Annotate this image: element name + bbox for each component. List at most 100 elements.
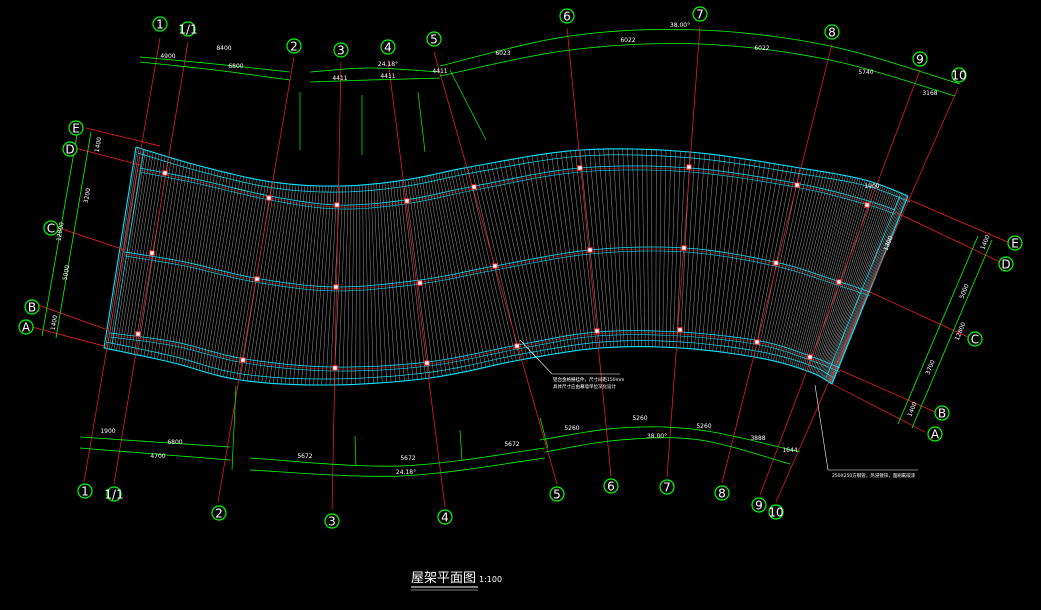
bubble-label: C (47, 222, 55, 236)
column-node (418, 281, 422, 285)
note-1-line-2: 具体尺寸应由幕墙单位深化设计 (553, 383, 616, 390)
dim-label-top: 8400 (216, 45, 231, 52)
bubble-label: 7 (663, 481, 671, 495)
bubble-label: 9 (755, 499, 763, 513)
dim-label-bottom: 5672 (297, 453, 312, 460)
axis-bubble-bottom-8: 8 (715, 486, 729, 501)
dim-angle-top-2: 38.00° (670, 22, 690, 29)
bubble-label: E (1011, 237, 1019, 251)
column-node (472, 185, 476, 189)
axis-bubble-bottom-7: 7 (660, 480, 674, 495)
column-node (241, 358, 245, 362)
bubble-label: 3 (328, 515, 336, 529)
axis-bubble-bottom-10: 10 (768, 505, 783, 520)
bubble-label: D (65, 143, 74, 157)
bubble-label: B (938, 407, 946, 421)
row-bubble-left-A: A (19, 320, 33, 335)
axis-bubble-bottom-2: 2 (212, 506, 226, 521)
drawing-scale: 1:100 (479, 575, 502, 584)
bubble-label: 1 (156, 18, 164, 32)
column-node (255, 277, 259, 281)
bubble-label: 1 (81, 485, 89, 499)
bubble-label: 1/1 (178, 23, 197, 37)
dim-label-bottom: 3888 (750, 435, 765, 442)
column-node (163, 171, 167, 175)
bubble-label: A (931, 428, 940, 442)
bubble-label: 5 (553, 488, 561, 502)
column-node (578, 166, 582, 170)
bubble-label: 6 (563, 10, 571, 24)
row-bubble-right-B: B (935, 406, 949, 421)
dim-label-bottom: 5260 (632, 415, 647, 422)
row-bubble-left-C: C (44, 221, 58, 236)
dim-label-bottom: 6800 (167, 439, 182, 446)
column-node (515, 344, 519, 348)
column-node (588, 248, 592, 252)
axis-bubble-top-1: 1 (153, 17, 167, 32)
bubble-label: 7 (696, 8, 704, 22)
bubble-label: 4 (441, 511, 449, 525)
bubble-label: 2 (215, 507, 223, 521)
row-bubble-left-B: B (25, 300, 39, 315)
dim-label-bottom: 5672 (400, 455, 415, 462)
roof-framing-plan: 4900840068004411441144116023602260225740… (0, 0, 1041, 606)
row-bubble-right-E: E (1008, 236, 1022, 251)
dim-angle-top-1: 24.18° (378, 61, 398, 68)
bubble-label: 4 (384, 41, 392, 55)
bubble-label: B (28, 301, 36, 315)
column-node (335, 203, 339, 207)
bubble-label: A (22, 321, 31, 335)
bubble-label: 2 (290, 40, 298, 54)
axis-bubble-top-9: 9 (913, 52, 927, 67)
column-node (333, 366, 337, 370)
row-bubble-right-A: A (928, 427, 942, 442)
column-node (595, 329, 599, 333)
column-node (774, 261, 778, 265)
column-node (678, 328, 682, 332)
dim-label-top: 6022 (620, 37, 635, 44)
axis-bubble-top-2: 2 (287, 39, 301, 54)
column-node (687, 165, 691, 169)
dim-label-bottom: 5260 (564, 425, 579, 432)
drawing-title: 屋架平面图 (411, 571, 476, 586)
column-node (837, 280, 841, 284)
column-node (405, 199, 409, 203)
dim-angle-bottom-1: 24.18° (396, 469, 416, 476)
bubble-label: C (971, 333, 979, 347)
axis-bubble-top-8: 8 (825, 25, 839, 40)
bubble-label: D (1001, 258, 1010, 272)
axis-bubble-top-10: 10 (951, 68, 966, 83)
column-node (865, 203, 869, 207)
dim-label-top: 6022 (754, 45, 769, 52)
bubble-label: 10 (768, 506, 783, 520)
dim-label-top: 4411 (380, 73, 395, 80)
row-bubble-left-E: E (69, 121, 83, 136)
dim-label-bottom: 5260 (696, 423, 711, 430)
dim-label-bottom: 4700 (150, 453, 165, 460)
row-bubble-right-C: C (968, 332, 982, 347)
dim-label-small: 1900 (864, 183, 879, 190)
row-bubble-right-D: D (999, 257, 1013, 272)
column-node (755, 340, 759, 344)
bubble-label: 8 (828, 26, 836, 40)
background (0, 0, 1041, 606)
axis-bubble-top-3: 3 (334, 43, 348, 58)
bubble-label: 8 (718, 487, 726, 501)
dim-label-top: 4411 (332, 75, 347, 82)
drawing-canvas: 4900840068004411441144116023602260225740… (0, 0, 1041, 606)
dim-angle-bottom-2: 38.00° (647, 433, 667, 440)
note-1-line-1: 铝合金格栅挂件，尺寸间距150mm (553, 376, 624, 383)
axis-bubble-top-5: 5 (427, 32, 441, 47)
dim-label-top: 6023 (495, 50, 510, 57)
bubble-label: E (72, 122, 80, 136)
dim-label-bottom: 5672 (504, 441, 519, 448)
axis-bubble-top-1-1: 1/1 (178, 22, 197, 37)
dim-label-top: 4900 (160, 53, 175, 60)
axis-bubble-bottom-1-1: 1/1 (104, 487, 123, 502)
column-node (795, 183, 799, 187)
column-node (493, 264, 497, 268)
axis-bubble-top-4: 4 (381, 40, 395, 55)
dim-label-top: 5740 (858, 69, 873, 76)
dim-label-top: 3168 (922, 90, 937, 97)
bubble-label: 1/1 (104, 488, 123, 502)
